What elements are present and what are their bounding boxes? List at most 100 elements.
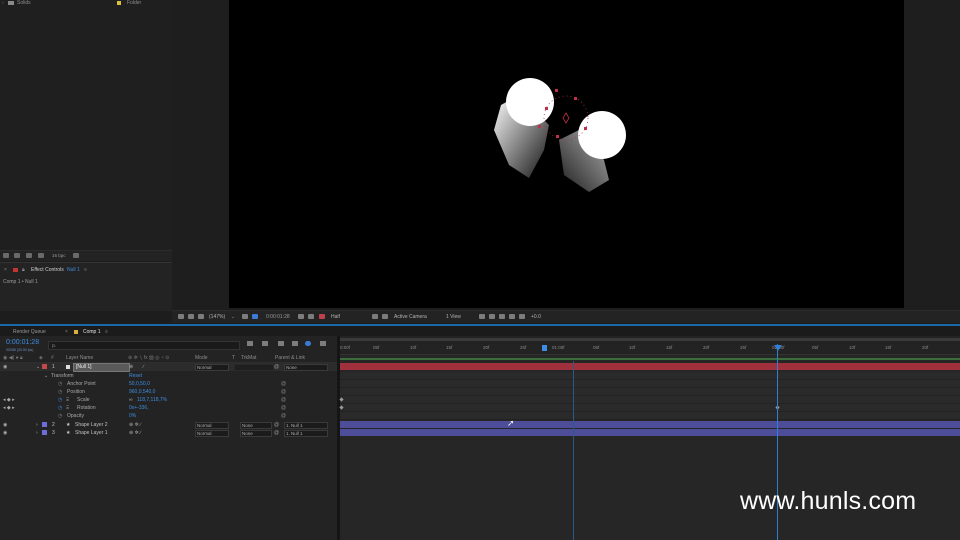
property-value[interactable]: 118,7,118,7% [137,397,167,403]
render-icon[interactable] [509,314,515,319]
timeline-icon[interactable] [489,314,495,319]
property-value[interactable]: 0x+-336, [129,405,149,411]
interpret-footage-icon[interactable] [3,253,9,258]
column-trkmat[interactable]: TrkMat [241,355,256,361]
expression-pick-whip-icon[interactable]: @ [281,397,286,403]
zoom-dropdown[interactable]: (147%) [209,314,225,320]
eye-icon[interactable]: ◉ [3,422,7,428]
layer-3-track-bar[interactable] [340,429,960,436]
expression-enabled-icon[interactable]: Ξ [66,405,69,411]
shape-layer-circle[interactable] [506,78,554,126]
column-mode[interactable]: Mode [195,355,208,361]
mode-dropdown[interactable]: Normal [195,364,229,371]
comp-mini-flowchart-icon[interactable] [247,341,253,346]
pick-whip-icon[interactable]: @ [274,364,279,370]
panel-menu-icon[interactable]: ≡ [84,267,87,273]
roi-icon[interactable] [372,314,378,319]
chevron-right-icon[interactable]: › [36,430,38,436]
resolution-dropdown[interactable]: Half [331,314,340,320]
chevron-right-icon[interactable]: › [36,422,38,428]
keyframe-nav-icon[interactable]: ◂ ◆ ▸ [3,397,15,403]
tab-comp-1[interactable]: Comp 1 [83,329,101,335]
adjust-icon[interactable] [38,253,44,258]
constrain-proportions-icon[interactable]: ∞ [129,397,133,403]
close-icon[interactable]: × [4,267,7,273]
frame-blending-icon[interactable] [292,341,298,346]
pick-whip-icon[interactable]: @ [274,422,279,428]
color-picker-icon[interactable] [319,314,325,319]
eye-icon[interactable]: ◉ [3,364,7,370]
mode-dropdown[interactable]: Normal [195,422,229,429]
stopwatch-active-icon[interactable]: ◷ [58,405,62,411]
exposure-value[interactable]: +0.0 [531,314,541,320]
stopwatch-icon[interactable]: ◷ [58,381,62,387]
lock-icon[interactable]: 🔒︎ [22,267,25,273]
exposure-reset-icon[interactable] [519,314,525,319]
layer-name-field[interactable]: [Null 1] [73,363,130,372]
trash-icon[interactable] [73,253,79,258]
panel-menu-icon[interactable]: ≡ [105,329,108,335]
keyframe[interactable] [339,397,344,402]
snapshot-icon[interactable] [178,314,184,319]
label-color-swatch[interactable] [117,1,121,5]
layer-color-label[interactable] [42,430,47,435]
trkmat-dropdown[interactable] [234,364,274,371]
color-channel-icon[interactable] [308,314,314,319]
chevron-down-icon[interactable]: ⌄ [36,364,40,370]
property-value[interactable]: 960,0,540,0 [129,389,155,395]
draft-3d-icon[interactable] [262,341,268,346]
new-comp-icon[interactable] [26,253,32,258]
flowchart-icon[interactable] [499,314,505,319]
layer-color-label[interactable] [42,364,47,369]
trkmat-dropdown[interactable]: None [240,422,272,429]
tab-render-queue[interactable]: Render Queue [13,329,46,335]
new-folder-icon[interactable] [14,253,20,258]
property-value[interactable]: 0% [129,413,136,419]
quality-icon[interactable]: ∕ [143,364,144,370]
column-t[interactable]: T [232,355,235,361]
bpc-label[interactable]: 16 bpc [52,253,66,258]
camera-icon[interactable] [298,314,304,319]
keyframe[interactable] [339,405,344,410]
property-row-rotation[interactable]: ◂ ◆ ▸ ◷ Ξ Rotation 0x+-336, @ [0,404,337,412]
current-time-display[interactable]: 0:00:01:28 [6,339,39,346]
transform-group[interactable]: ⌄ Transform Reset [0,372,337,380]
property-row-anchor-point[interactable]: ◷ Anchor Point 50,0,50,0 @ [0,380,337,388]
grid-icon[interactable] [198,314,204,319]
column-parent[interactable]: Parent & Link [275,355,305,361]
property-row-opacity[interactable]: ◷ Opacity 0% @ [0,412,337,420]
expression-pick-whip-icon[interactable]: @ [281,413,286,419]
column-layer-name[interactable]: Layer Name [66,355,93,361]
expand-arrow-icon[interactable]: › [2,0,4,6]
close-icon[interactable]: × [65,329,68,335]
trkmat-dropdown[interactable]: None [240,430,272,437]
shy-icon[interactable]: ⊕ [129,364,133,370]
chevron-down-icon[interactable]: ⌄ [231,314,235,320]
parent-dropdown[interactable]: None [284,364,328,371]
stopwatch-active-icon[interactable]: ◷ [58,397,62,403]
stopwatch-icon[interactable]: ◷ [58,389,62,395]
shy-icon[interactable]: ⊕ ✲ ∕ [129,430,141,436]
preview-icon[interactable] [188,314,194,319]
region-icon[interactable] [242,314,248,319]
layer-color-label[interactable] [42,422,47,427]
chevron-down-icon[interactable]: ⌄ [44,373,48,379]
time-ruler[interactable]: 0:00f 05f 10f 15f 20f 25f 01:00f 05f 10f… [340,336,960,355]
marker-icon[interactable] [542,345,547,351]
layer-row-shape-layer-2[interactable]: ◉ › 2 ★ Shape Layer 2 ⊕ ✲ ∕ Normal None … [0,421,337,429]
null-anchor-icon[interactable] [562,112,570,124]
pick-whip-icon[interactable]: @ [274,430,279,436]
layer-1-track-bar[interactable] [340,363,960,370]
layer-row-null-1[interactable]: ◉ ⌄ 1 [Null 1] ⊕ ∕ Normal @ None [0,363,337,372]
transparency-icon[interactable] [252,314,258,319]
keyframe-nav-icon[interactable]: ◂ ◆ ▸ [3,405,15,411]
project-item-solids[interactable]: › Solids Folder [0,0,172,7]
composition-canvas[interactable] [229,0,904,308]
graph-editor-icon[interactable] [320,341,326,346]
expression-pick-whip-icon[interactable]: @ [281,389,286,395]
toggle-transparency-grid-icon[interactable] [382,314,388,319]
effects-layer-name[interactable]: Null 1 [67,267,80,273]
layer-2-track-bar[interactable] [340,421,960,428]
camera-dropdown[interactable]: Active Camera [394,314,427,320]
timeline-search-input[interactable]: ρ. [48,341,240,350]
